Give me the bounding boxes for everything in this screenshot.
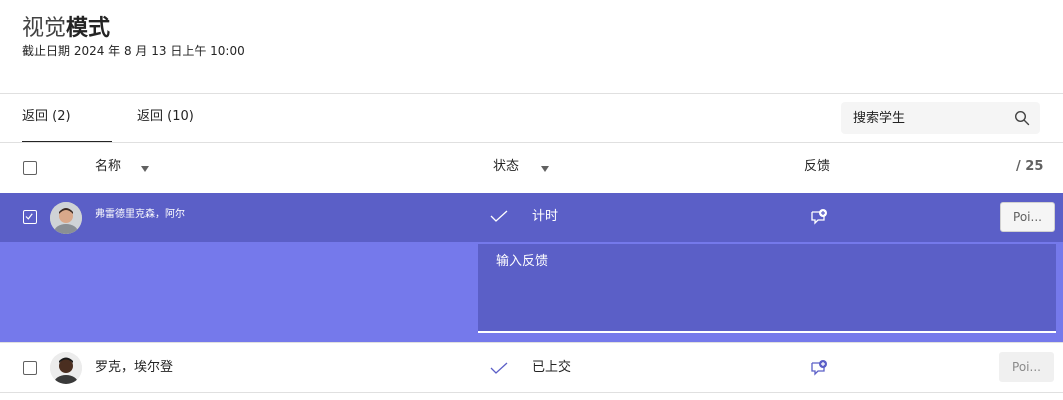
search-icon[interactable] (1014, 110, 1030, 126)
column-header-points: / 25 (1016, 159, 1044, 174)
student-name[interactable]: 弗雷德里克森，阿尔 (95, 208, 185, 222)
row-checkbox[interactable] (23, 361, 37, 375)
select-all-checkbox[interactable] (23, 161, 37, 175)
feedback-input-underline (478, 331, 1056, 333)
page-title: 视觉模式 (22, 14, 110, 44)
page-title-light: 视觉 (22, 16, 67, 41)
due-date: 截止日期 2024 年 8 月 13 日上午 10:00 (22, 44, 245, 58)
avatar (50, 352, 82, 384)
checkmark-icon (25, 213, 33, 220)
header-divider (0, 93, 1063, 94)
student-name[interactable]: 罗克，埃尔登 (95, 359, 173, 377)
avatar (50, 202, 82, 234)
column-header-feedback: 反馈 (804, 159, 831, 174)
tab-returned-10[interactable]: 返回 (10) (137, 108, 194, 126)
column-header-name[interactable]: 名称 (95, 158, 121, 176)
points-input[interactable]: Poi... (1000, 202, 1055, 232)
tabs-divider (0, 142, 1063, 143)
sort-status-chevron-down-icon[interactable] (541, 166, 549, 172)
sort-name-chevron-down-icon[interactable] (141, 166, 149, 172)
row-divider (0, 392, 1063, 393)
add-feedback-icon[interactable] (810, 208, 828, 226)
row-divider (0, 342, 1063, 343)
feedback-input[interactable] (478, 244, 1056, 331)
page-title-bold: 模式 (66, 16, 111, 41)
feedback-placeholder[interactable]: 输入反馈 (496, 253, 548, 271)
column-header-status[interactable]: 状态 (493, 158, 519, 176)
row-checkbox-checked[interactable] (23, 210, 37, 224)
add-feedback-icon[interactable] (810, 359, 828, 377)
tab-returned-2[interactable]: 返回 (2) (22, 108, 71, 126)
search-input[interactable] (853, 102, 1013, 134)
student-photo-icon (50, 202, 82, 234)
points-input[interactable]: Poi... (999, 352, 1054, 382)
status-text: 已上交 (532, 360, 572, 375)
checkmark-icon (490, 210, 508, 222)
checkmark-icon (490, 362, 508, 374)
student-photo-icon (50, 352, 82, 384)
student-search (841, 102, 1040, 134)
status-text: 计时 (532, 209, 559, 224)
